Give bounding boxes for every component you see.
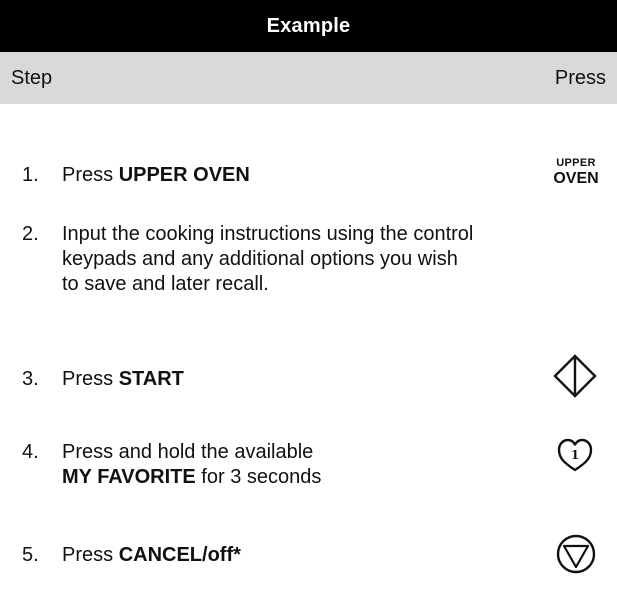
step-text-bold: UPPER OVEN xyxy=(118,164,250,186)
step-number: 4. xyxy=(22,441,39,463)
favorite-heart-icon: 1 xyxy=(557,438,593,472)
step-text: Input the cooking instructions using the… xyxy=(62,222,473,297)
column-header-step: Step xyxy=(11,66,53,89)
table-column-headers: Step Press xyxy=(0,52,617,104)
start-diamond-icon xyxy=(553,354,597,398)
step-text-line2: keypads and any additional options you w… xyxy=(62,248,458,270)
step-number: 2. xyxy=(22,223,39,245)
step-text-prefix: Press xyxy=(62,368,119,390)
step-text-bold: MY FAVORITE xyxy=(62,466,196,488)
table-title-text: Example xyxy=(266,14,351,37)
upper-oven-key: UPPER OVEN xyxy=(546,158,606,187)
step-text-bold: CANCEL/off* xyxy=(118,544,241,566)
step-text: Press and hold the available MY FAVORITE… xyxy=(62,440,321,490)
step-text-line1: Input the cooking instructions using the… xyxy=(62,223,474,245)
upper-oven-key-line2: OVEN xyxy=(553,170,599,187)
column-header-press: Press xyxy=(554,66,606,89)
cancel-triangle-icon xyxy=(556,534,596,574)
step-text: Press START xyxy=(62,367,184,392)
step-text-line1: Press and hold the available xyxy=(62,441,314,463)
step-text: Press CANCEL/off* xyxy=(62,543,241,568)
table-title: Example xyxy=(0,0,617,52)
favorite-heart-number: 1 xyxy=(571,448,579,462)
step-5: 5. Press CANCEL/off* xyxy=(22,543,241,568)
step-text-line2: MY FAVORITE for 3 seconds xyxy=(62,465,321,490)
step-3: 3. Press START xyxy=(22,367,184,392)
step-4: 4. Press and hold the available MY FAVOR… xyxy=(22,440,321,490)
step-text-prefix: Press xyxy=(62,164,119,186)
step-1: 1. Press UPPER OVEN xyxy=(22,163,250,188)
step-text-rest: for 3 seconds xyxy=(195,466,322,488)
step-number: 1. xyxy=(22,164,39,186)
step-number: 3. xyxy=(22,368,39,390)
upper-oven-key-line1: UPPER xyxy=(556,157,596,169)
step-text-prefix: Press xyxy=(62,544,119,566)
step-text-line3: to save and later recall. xyxy=(62,273,269,295)
step-2: 2. Input the cooking instructions using … xyxy=(22,222,473,297)
step-number: 5. xyxy=(22,544,39,566)
step-text-bold: START xyxy=(118,368,184,390)
step-text: Press UPPER OVEN xyxy=(62,163,250,188)
